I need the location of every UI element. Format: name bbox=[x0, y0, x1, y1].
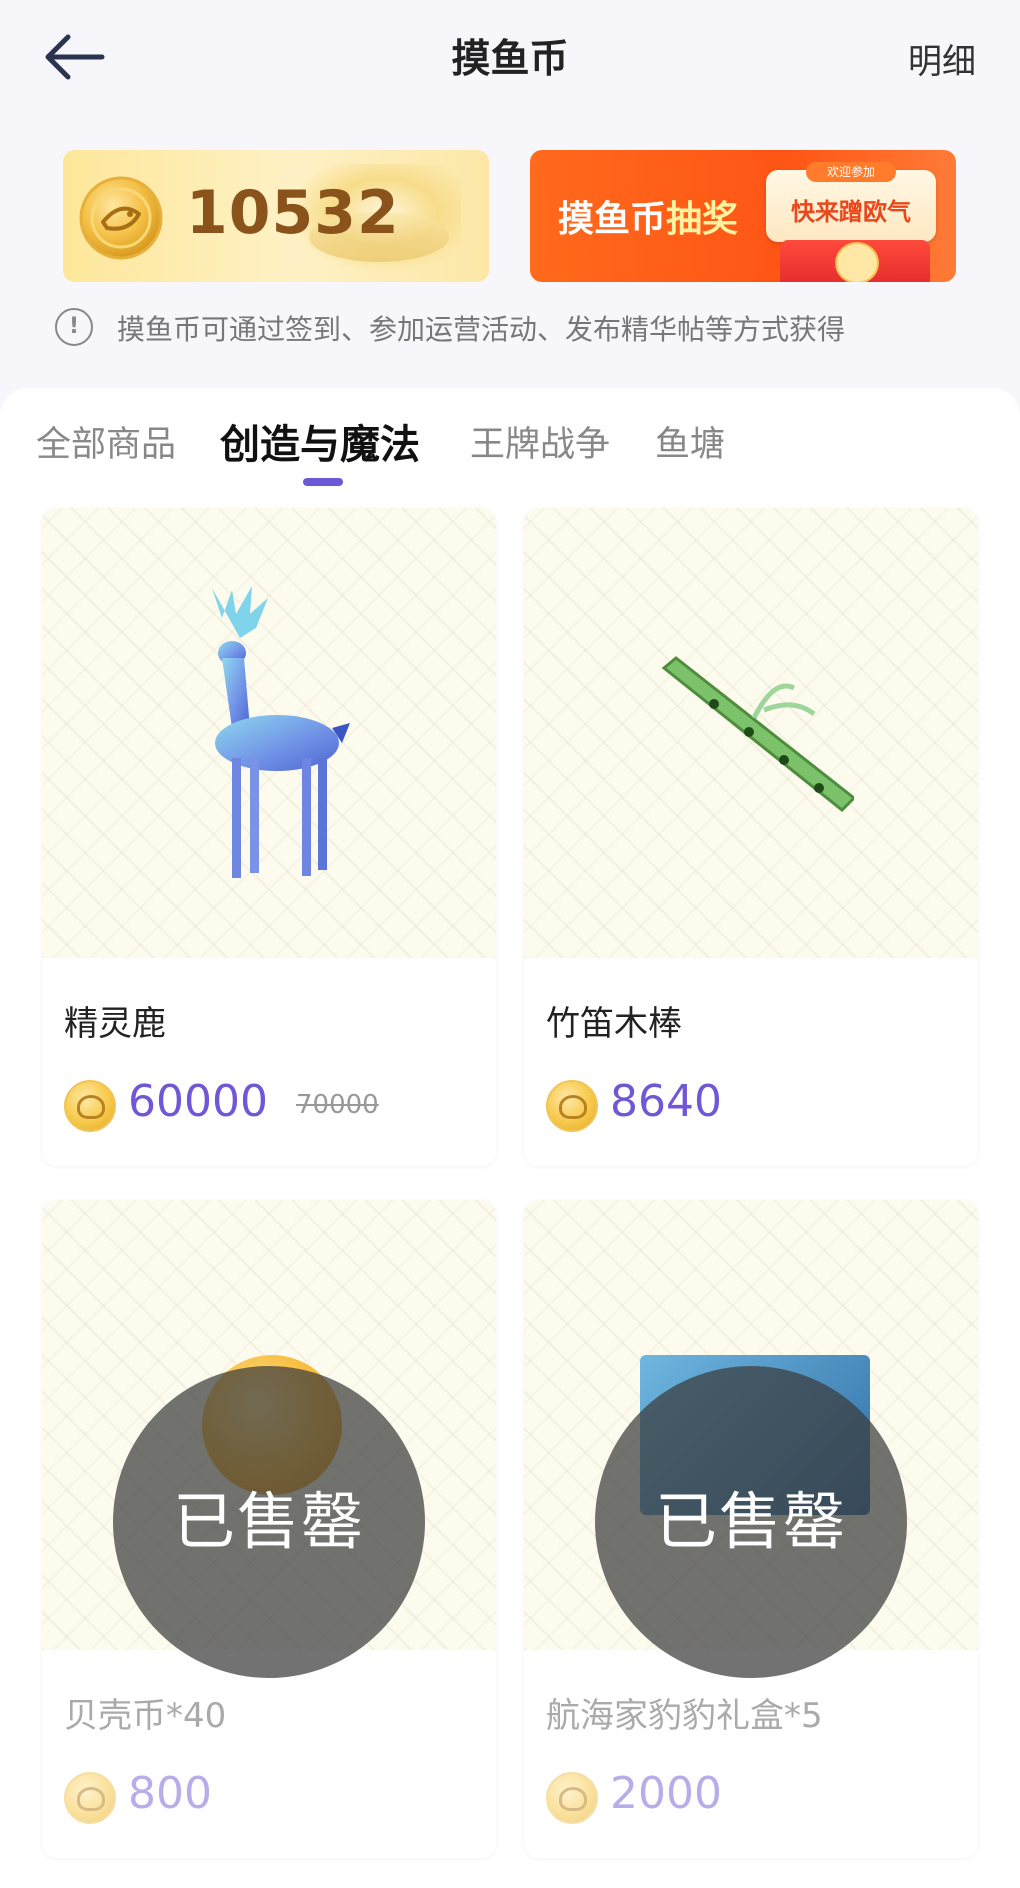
lottery-title-highlight: 抽奖 bbox=[666, 199, 739, 240]
product-price-row: 8640 bbox=[546, 1076, 966, 1132]
tab-ace-war[interactable]: 王牌战争 bbox=[470, 416, 610, 467]
lottery-title-prefix: 摸鱼币 bbox=[558, 199, 667, 240]
product-price: 60000 bbox=[128, 1076, 268, 1127]
tab-fish-pond[interactable]: 鱼塘 bbox=[655, 416, 725, 467]
active-tab-indicator bbox=[303, 478, 343, 486]
fish-coin-icon bbox=[64, 1772, 116, 1824]
sold-out-badge: 已售罄 bbox=[113, 1366, 425, 1678]
tab-creation-and-magic[interactable]: 创造与魔法 bbox=[220, 412, 420, 470]
product-card-spirit-deer[interactable]: 精灵鹿 60000 70000 bbox=[42, 508, 496, 1166]
product-price: 8640 bbox=[610, 1076, 722, 1127]
product-price: 2000 bbox=[610, 1768, 722, 1819]
sold-out-badge: 已售罄 bbox=[595, 1366, 907, 1678]
product-card-bamboo-flute[interactable]: 竹笛木棒 8640 bbox=[524, 508, 978, 1166]
tab-all-products[interactable]: 全部商品 bbox=[36, 416, 176, 467]
gift-icon bbox=[835, 242, 879, 282]
product-image bbox=[524, 508, 978, 958]
product-card-shell-coin[interactable]: 已售罄 贝壳币*40 800 bbox=[42, 1200, 496, 1858]
fish-coin-icon bbox=[546, 1080, 598, 1132]
product-card-navigator-gift-box[interactable]: 已售罄 航海家豹豹礼盒*5 2000 bbox=[524, 1200, 978, 1858]
lottery-ticket: 欢迎参加 快来蹭欧气 bbox=[766, 162, 936, 242]
product-price-row: 2000 bbox=[546, 1768, 966, 1824]
product-original-price: 70000 bbox=[296, 1090, 379, 1120]
product-price-row: 800 bbox=[64, 1768, 484, 1824]
coin-balance-banner[interactable]: 10532 bbox=[63, 150, 489, 282]
product-name: 航海家豹豹礼盒*5 bbox=[546, 1696, 823, 1736]
product-price: 800 bbox=[128, 1768, 212, 1819]
product-price-row: 60000 70000 bbox=[64, 1076, 484, 1132]
lottery-banner[interactable]: 摸鱼币抽奖 欢迎参加 快来蹭欧气 bbox=[530, 150, 956, 282]
fish-coin-icon bbox=[79, 176, 163, 260]
red-envelope-icon bbox=[780, 240, 930, 282]
product-name: 竹笛木棒 bbox=[546, 1004, 682, 1044]
spirit-deer-image bbox=[212, 586, 350, 878]
product-name: 贝壳币*40 bbox=[64, 1696, 227, 1736]
product-panel: 全部商品 创造与魔法 王牌战争 鱼塘 精灵鹿 60000 70000 竹笛木棒 … bbox=[0, 388, 1020, 1888]
lottery-tag: 欢迎参加 bbox=[806, 162, 896, 182]
lottery-title: 摸鱼币抽奖 bbox=[558, 190, 738, 242]
bamboo-flute-image bbox=[661, 656, 854, 813]
exclamation-circle-icon: ! bbox=[55, 308, 93, 346]
fish-coin-icon bbox=[64, 1080, 116, 1132]
product-image bbox=[42, 508, 496, 958]
top-bar: 摸鱼币 明细 bbox=[0, 0, 1020, 115]
product-name: 精灵鹿 bbox=[64, 1004, 166, 1044]
detail-link[interactable]: 明细 bbox=[908, 34, 976, 83]
lottery-card-text: 快来蹭欧气 bbox=[791, 198, 911, 226]
coin-info-text: 摸鱼币可通过签到、参加运营活动、发布精华帖等方式获得 bbox=[117, 313, 846, 346]
coin-balance: 10532 bbox=[186, 178, 400, 248]
fish-coin-icon bbox=[546, 1772, 598, 1824]
category-tabs: 全部商品 创造与魔法 王牌战争 鱼塘 bbox=[0, 388, 1020, 498]
page-title: 摸鱼币 bbox=[451, 37, 569, 82]
